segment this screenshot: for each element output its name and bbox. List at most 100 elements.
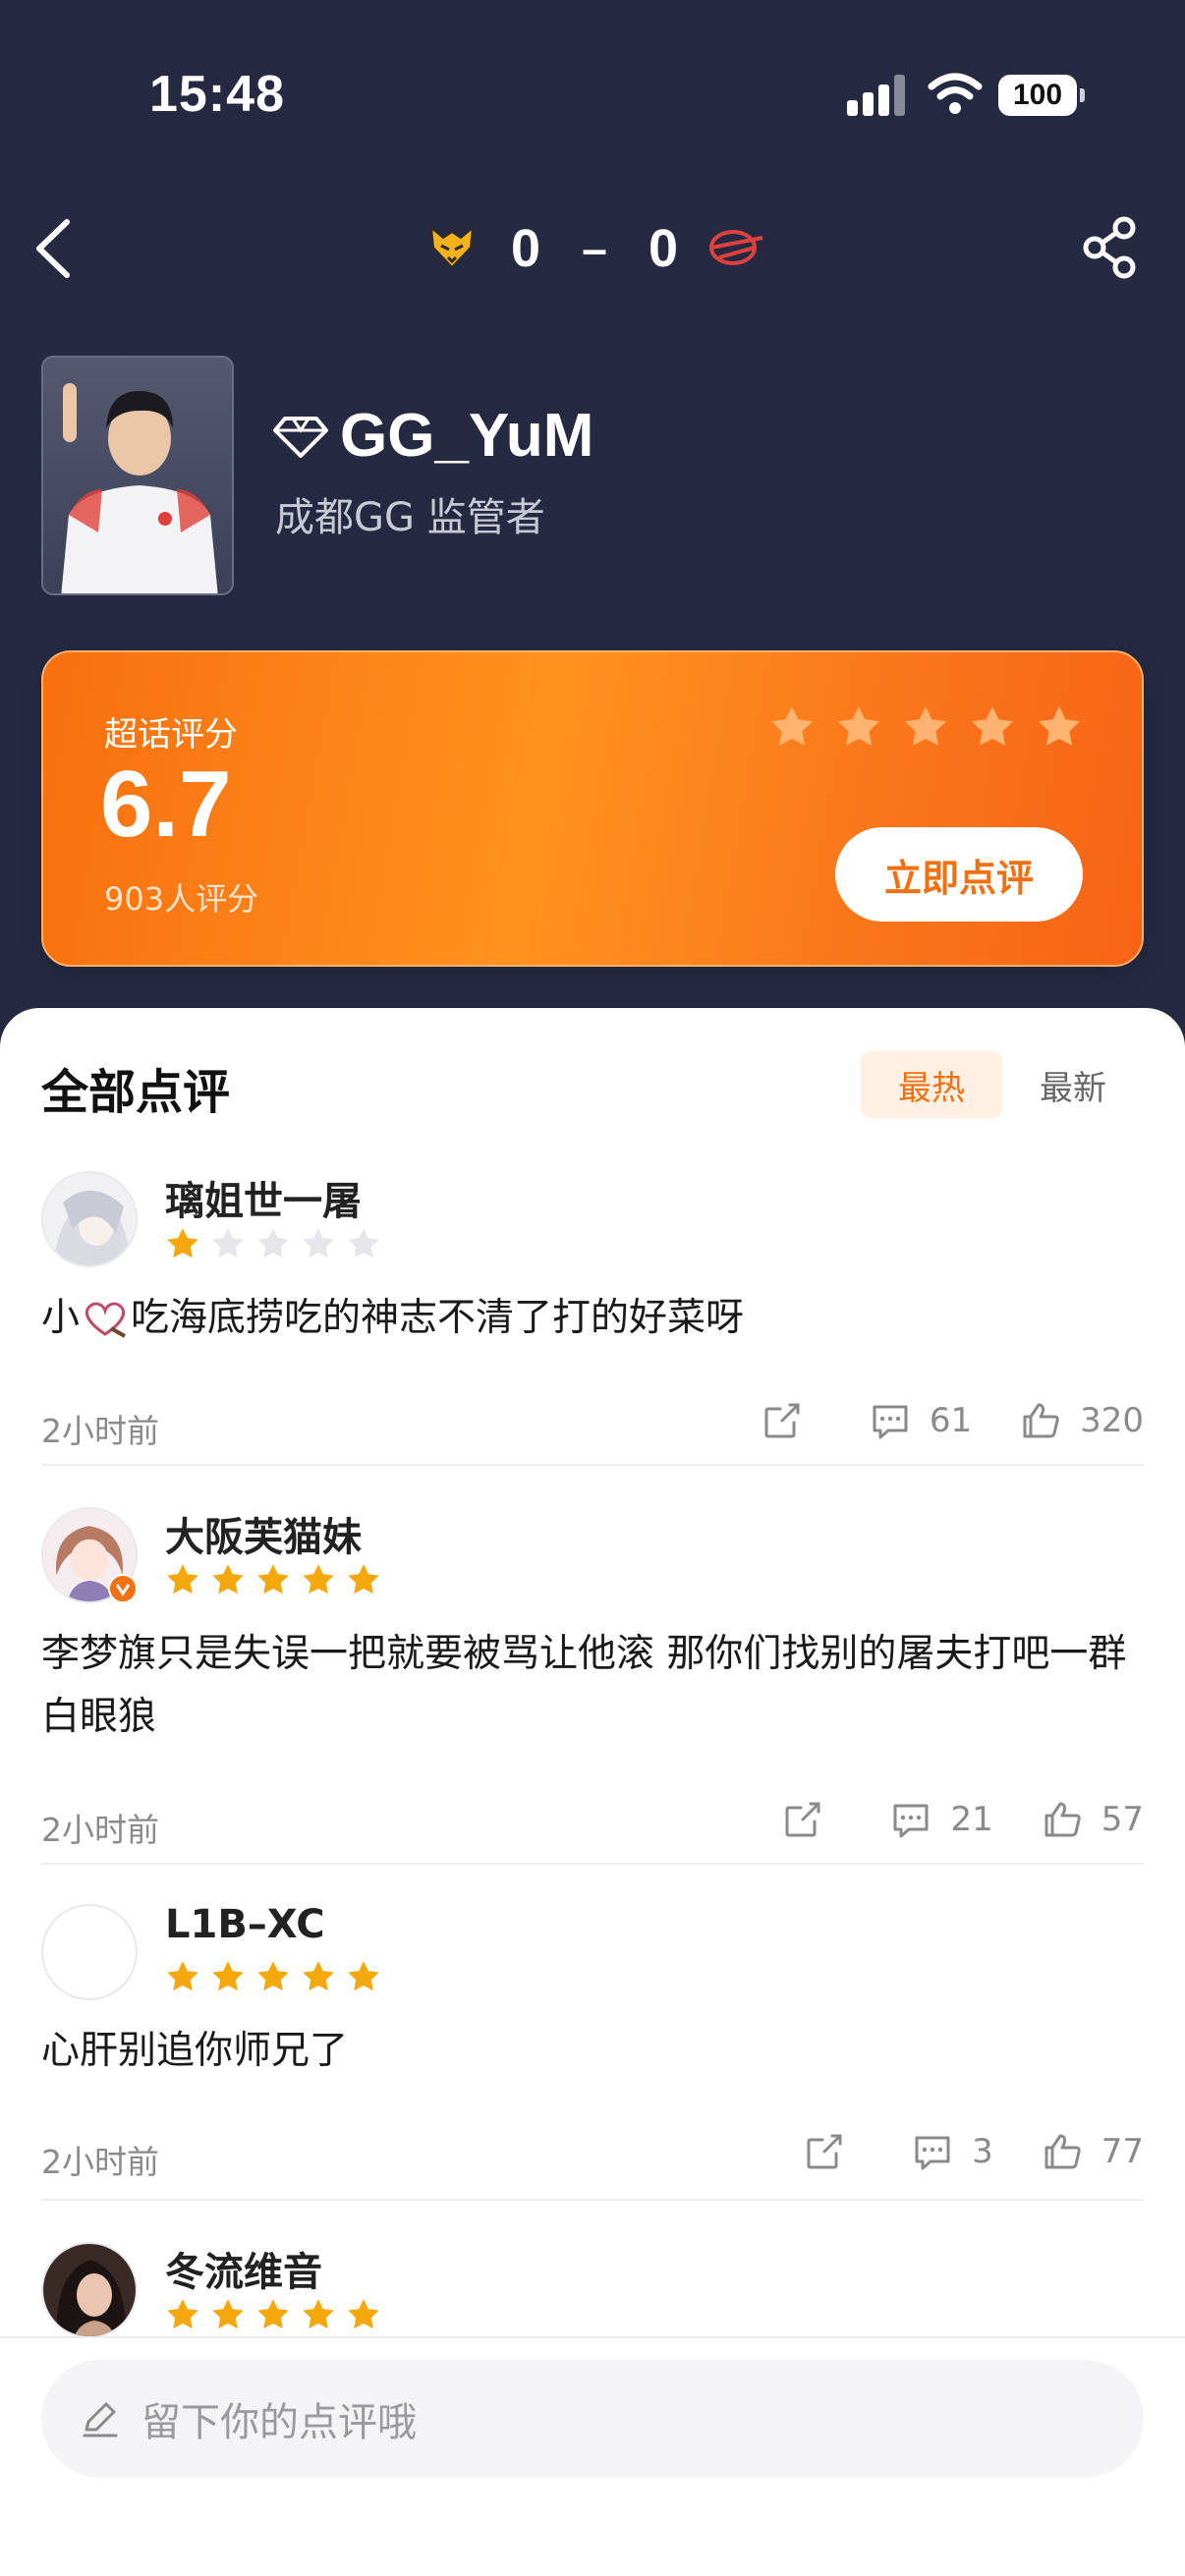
review-actions: 21 57 [734, 1798, 1144, 1841]
review-stars [165, 1959, 381, 1994]
star-filled-icon [348, 2299, 379, 2329]
star-filled-icon [348, 1961, 379, 1991]
reviews-title: 全部点评 [41, 1065, 231, 1120]
star-filled-icon [167, 2299, 198, 2329]
review-text: 小吃海底捞吃的神志不清了打的好菜呀 [41, 1296, 745, 1340]
user-avatar[interactable] [41, 1171, 138, 1267]
rating-stars[interactable] [768, 703, 1083, 751]
home-team-logo [429, 225, 475, 269]
star-filled-icon [257, 1564, 289, 1595]
like-count: 320 [1080, 1401, 1144, 1440]
star-empty-icon [257, 1228, 289, 1259]
heart-emoji-icon [85, 1302, 127, 1338]
divider [41, 2199, 1144, 2201]
review-item: 冬流维音 [41, 2242, 1144, 2340]
rating-label: 超话评分 [104, 715, 238, 755]
rating-score: 6.7 [100, 752, 232, 857]
comment-count: 61 [929, 1401, 973, 1440]
star-filled-icon [257, 1961, 289, 1991]
rate-now-button[interactable]: 立即点评 [835, 827, 1083, 922]
status-time: 15:48 [149, 66, 285, 123]
star-icon[interactable] [1036, 703, 1083, 751]
share-action[interactable] [803, 2130, 864, 2173]
star-icon[interactable] [969, 703, 1016, 751]
tab-newest[interactable]: 最新 [1002, 1051, 1144, 1118]
like-action[interactable]: 57 [1041, 1798, 1144, 1841]
comment-action[interactable]: 21 [889, 1798, 993, 1841]
star-filled-icon [167, 1564, 198, 1595]
star-filled-icon [303, 1564, 334, 1595]
star-filled-icon [348, 1564, 379, 1595]
review-time: 2小时前 [41, 2143, 159, 2181]
user-avatar[interactable] [41, 1507, 138, 1603]
home-score: 0 [511, 219, 541, 278]
comment-icon [873, 1405, 908, 1439]
comment-count: 21 [950, 1800, 993, 1839]
star-filled-icon [303, 2299, 334, 2329]
cellular-signal-icon [847, 75, 908, 116]
pencil-icon [83, 2402, 118, 2437]
star-icon[interactable] [835, 703, 882, 751]
star-empty-icon [303, 1228, 334, 1259]
star-filled-icon [212, 2299, 244, 2329]
comment-icon [915, 2136, 950, 2170]
comment-count: 3 [972, 2132, 993, 2171]
like-action[interactable]: 77 [1041, 2130, 1144, 2173]
review-item: 璃姐世一屠 小吃海底捞吃的神志不清了打的好菜呀 2小时前 61 320 [41, 1169, 1144, 1450]
wifi-icon [928, 73, 983, 114]
share-icon[interactable] [1081, 216, 1140, 279]
review-actions: 3 77 [756, 2130, 1144, 2173]
star-filled-icon [303, 1961, 334, 1991]
review-stars [165, 2297, 381, 2332]
user-avatar[interactable] [41, 2242, 138, 2338]
player-name-row: GG_YuM [273, 401, 593, 471]
diamond-rank-icon [273, 416, 328, 458]
review-username[interactable]: 大阪芙猫妹 [165, 1505, 362, 1562]
share-action[interactable] [761, 1399, 821, 1442]
comment-action[interactable]: 3 [911, 2130, 993, 2173]
status-icons: 100 [847, 71, 1085, 120]
review-time: 2小时前 [41, 1811, 159, 1849]
share-out-icon [785, 1802, 820, 1837]
star-filled-icon [257, 2299, 289, 2329]
review-time: 2小时前 [41, 1412, 159, 1450]
like-count: 77 [1100, 2132, 1144, 2171]
away-team-logo [709, 230, 763, 265]
review-input[interactable]: 留下你的点评哦 [41, 2360, 1144, 2478]
away-score: 0 [648, 219, 678, 278]
player-name: GG_YuM [340, 402, 594, 470]
comment-icon [893, 1804, 929, 1838]
star-filled-icon [167, 1961, 198, 1991]
star-filled-icon [212, 1564, 244, 1595]
review-text: 李梦旗只是失误一把就要被骂让他滚 那你们找别的屠夫打吧一群白眼狼 [41, 1632, 1127, 1739]
review-username[interactable]: L1B–XC [165, 1902, 325, 1947]
review-item: 大阪芙猫妹 李梦旗只是失误一把就要被骂让他滚 那你们找别的屠夫打吧一群白眼狼 2… [41, 1505, 1144, 1849]
thumbs-up-icon [1023, 1403, 1059, 1438]
rating-count: 903人评分 [104, 880, 259, 918]
share-out-icon [764, 1403, 800, 1438]
star-icon[interactable] [768, 703, 816, 751]
verified-badge-icon [108, 1574, 138, 1603]
back-chevron-icon[interactable] [29, 214, 79, 283]
review-input-placeholder: 留下你的点评哦 [141, 2400, 417, 2445]
score-separator: – [582, 223, 607, 274]
divider [41, 1464, 1144, 1466]
tab-hottest[interactable]: 最热 [861, 1051, 1002, 1118]
review-stars [165, 1562, 381, 1597]
star-empty-icon [212, 1228, 244, 1259]
bottom-composer-bar: 留下你的点评哦 [0, 2336, 1185, 2576]
review-actions: 61 320 [713, 1399, 1144, 1442]
player-photo [41, 356, 234, 595]
review-username[interactable]: 璃姐世一屠 [165, 1169, 362, 1226]
share-action[interactable] [781, 1798, 842, 1841]
like-action[interactable]: 320 [1019, 1399, 1144, 1442]
star-icon[interactable] [902, 703, 949, 751]
thumbs-up-icon [1044, 1802, 1081, 1837]
user-avatar[interactable] [41, 1904, 138, 2000]
comment-action[interactable]: 61 [869, 1399, 972, 1442]
thumbs-up-icon [1044, 2134, 1081, 2169]
battery-indicator: 100 [998, 75, 1085, 116]
review-username[interactable]: 冬流维音 [165, 2240, 322, 2297]
star-filled-icon [212, 1961, 244, 1991]
rating-card: 超话评分 6.7 903人评分 立即点评 [41, 650, 1144, 967]
